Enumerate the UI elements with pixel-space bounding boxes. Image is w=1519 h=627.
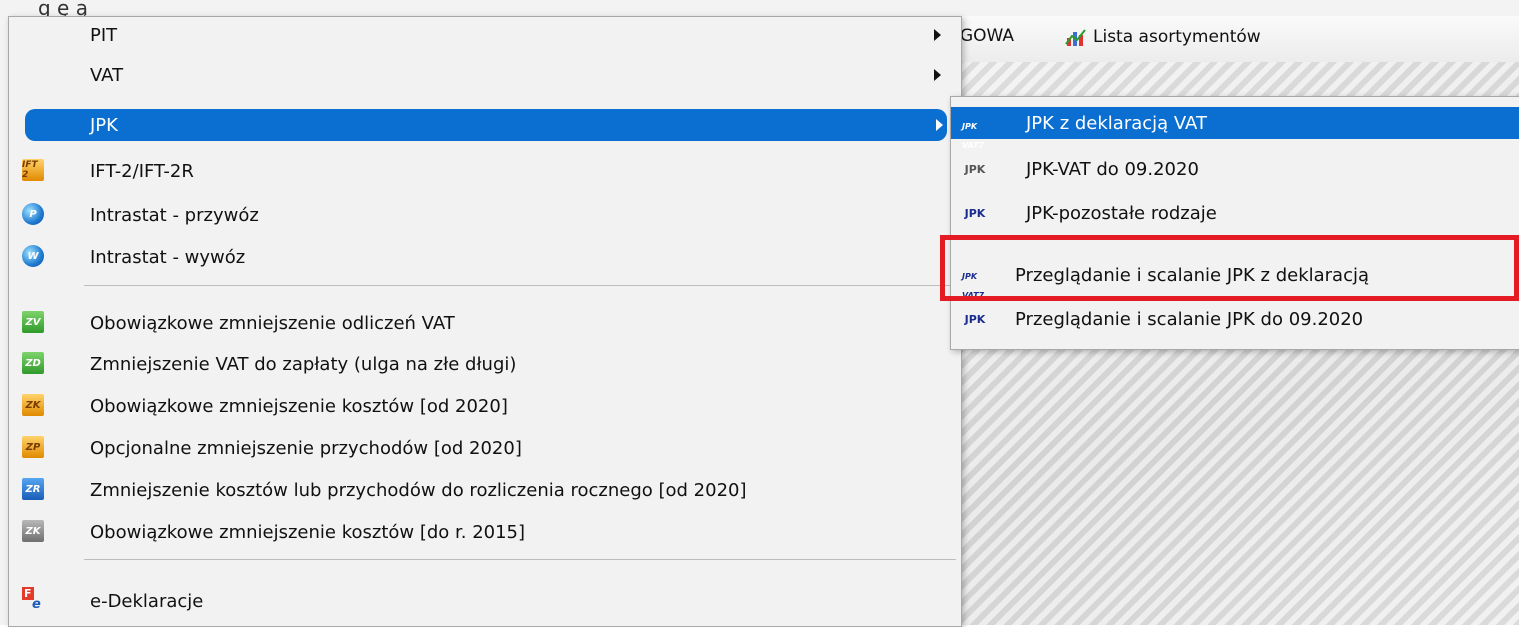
jpk-icon: JPK <box>964 206 986 220</box>
submenu-item-label: JPK z deklaracją VAT <box>1026 112 1207 134</box>
submenu-item-jpk-z-deklaracja[interactable]: JPK VAT7 JPK z deklaracją VAT <box>951 107 1519 150</box>
menu-item-intrastat-export[interactable]: W Intrastat - wywóz <box>9 239 961 275</box>
menu-item-label: Opcjonalne zmniejszenie przychodów [od 2… <box>90 437 522 459</box>
menu-item-zk[interactable]: ZK Obowiązkowe zmniejszenie kosztów [od … <box>9 388 961 424</box>
submenu-item-label: JPK-pozostałe rodzaje <box>1026 202 1217 224</box>
menu-item-zk-old[interactable]: ZK Obowiązkowe zmniejszenie kosztów [do … <box>9 514 961 550</box>
zv-icon: ZV <box>22 311 44 333</box>
red-highlight-box <box>940 235 1519 301</box>
context-menu: PIT VAT JPK IFT 2 IFT-2/IFT-2R P Intrast… <box>8 16 962 627</box>
menu-item-label: Obowiązkowe zmniejszenie odliczeń VAT <box>90 312 455 334</box>
submenu-arrow-icon <box>934 29 941 41</box>
zp-icon: ZP <box>22 436 44 458</box>
toolbar: GOWA Lista asortymentów <box>930 16 1519 63</box>
menu-item-ift[interactable]: IFT 2 IFT-2/IFT-2R <box>9 153 961 189</box>
menu-item-label: e-Deklaracje <box>90 590 204 612</box>
menu-separator <box>84 559 956 560</box>
zd-icon: ZD <box>22 352 44 374</box>
submenu-item-jpk-vat-09-2020[interactable]: JPK JPK-VAT do 09.2020 <box>951 151 1519 187</box>
menu-item-label: Obowiązkowe zmniejszenie kosztów [od 202… <box>90 395 508 417</box>
toolbar-item-lista-label: Lista asortymentów <box>1093 27 1261 47</box>
menu-item-zv[interactable]: ZV Obowiązkowe zmniejszenie odliczeń VAT <box>9 305 961 341</box>
menu-item-zd[interactable]: ZD Zmniejszenie VAT do zapłaty (ulga na … <box>9 346 961 382</box>
menu-item-label: VAT <box>90 64 124 86</box>
menu-item-vat[interactable]: VAT <box>9 57 961 93</box>
menu-item-intrastat-import[interactable]: P Intrastat - przywóz <box>9 197 961 233</box>
menu-item-label: JPK <box>90 114 118 136</box>
zk-old-icon: ZK <box>22 520 44 542</box>
menu-item-label: Zmniejszenie VAT do zapłaty (ulga na złe… <box>90 353 517 375</box>
menu-item-pit[interactable]: PIT <box>9 17 961 53</box>
toolbar-item-lista-asortymentow[interactable]: Lista asortymentów <box>1065 26 1261 48</box>
menu-item-label: Intrastat - wywóz <box>90 246 246 268</box>
zk-icon: ZK <box>22 394 44 416</box>
toolbar-item-gowa[interactable]: GOWA <box>960 26 1014 46</box>
intrastat-export-icon: W <box>22 245 44 267</box>
chart-icon <box>1065 26 1087 48</box>
submenu-arrow-icon <box>934 69 941 81</box>
menu-item-label: Intrastat - przywóz <box>90 204 259 226</box>
submenu-item-przegladanie-jpk-09-2020[interactable]: JPK Przeglądanie i scalanie JPK do 09.20… <box>951 301 1519 337</box>
jpk-submenu: JPK VAT7 JPK z deklaracją VAT JPK JPK-VAT… <box>950 96 1519 350</box>
submenu-arrow-icon <box>936 119 943 131</box>
menu-item-zr[interactable]: ZR Zmniejszenie kosztów lub przychodów d… <box>9 472 961 508</box>
submenu-item-label: Przeglądanie i scalanie JPK do 09.2020 <box>1015 308 1364 330</box>
submenu-item-label: JPK-VAT do 09.2020 <box>1026 158 1199 180</box>
menu-item-label: IFT-2/IFT-2R <box>90 160 194 182</box>
toolbar-item-gowa-label: GOWA <box>960 26 1015 46</box>
ift-icon: IFT 2 <box>22 159 44 181</box>
menu-item-label: PIT <box>90 24 118 46</box>
jpk-icon: JPK <box>964 162 986 176</box>
submenu-item-jpk-pozostale[interactable]: JPK JPK-pozostałe rodzaje <box>951 195 1519 231</box>
menu-item-label: Obowiązkowe zmniejszenie kosztów [do r. … <box>90 521 526 543</box>
jpk-icon: JPK <box>964 312 986 326</box>
menu-item-label: Zmniejszenie kosztów lub przychodów do r… <box>90 479 747 501</box>
menu-item-jpk[interactable]: JPK <box>25 109 947 141</box>
menu-item-e-deklaracje[interactable]: Fe e-Deklaracje <box>9 583 961 619</box>
intrastat-import-icon: P <box>22 203 44 225</box>
menu-item-zp[interactable]: ZP Opcjonalne zmniejszenie przychodów [o… <box>9 430 961 466</box>
e-declaration-icon: Fe <box>22 587 41 612</box>
menu-separator <box>84 285 956 286</box>
jpk-vat7-icon: JPK VAT7 <box>962 122 985 150</box>
zr-icon: ZR <box>22 478 44 500</box>
